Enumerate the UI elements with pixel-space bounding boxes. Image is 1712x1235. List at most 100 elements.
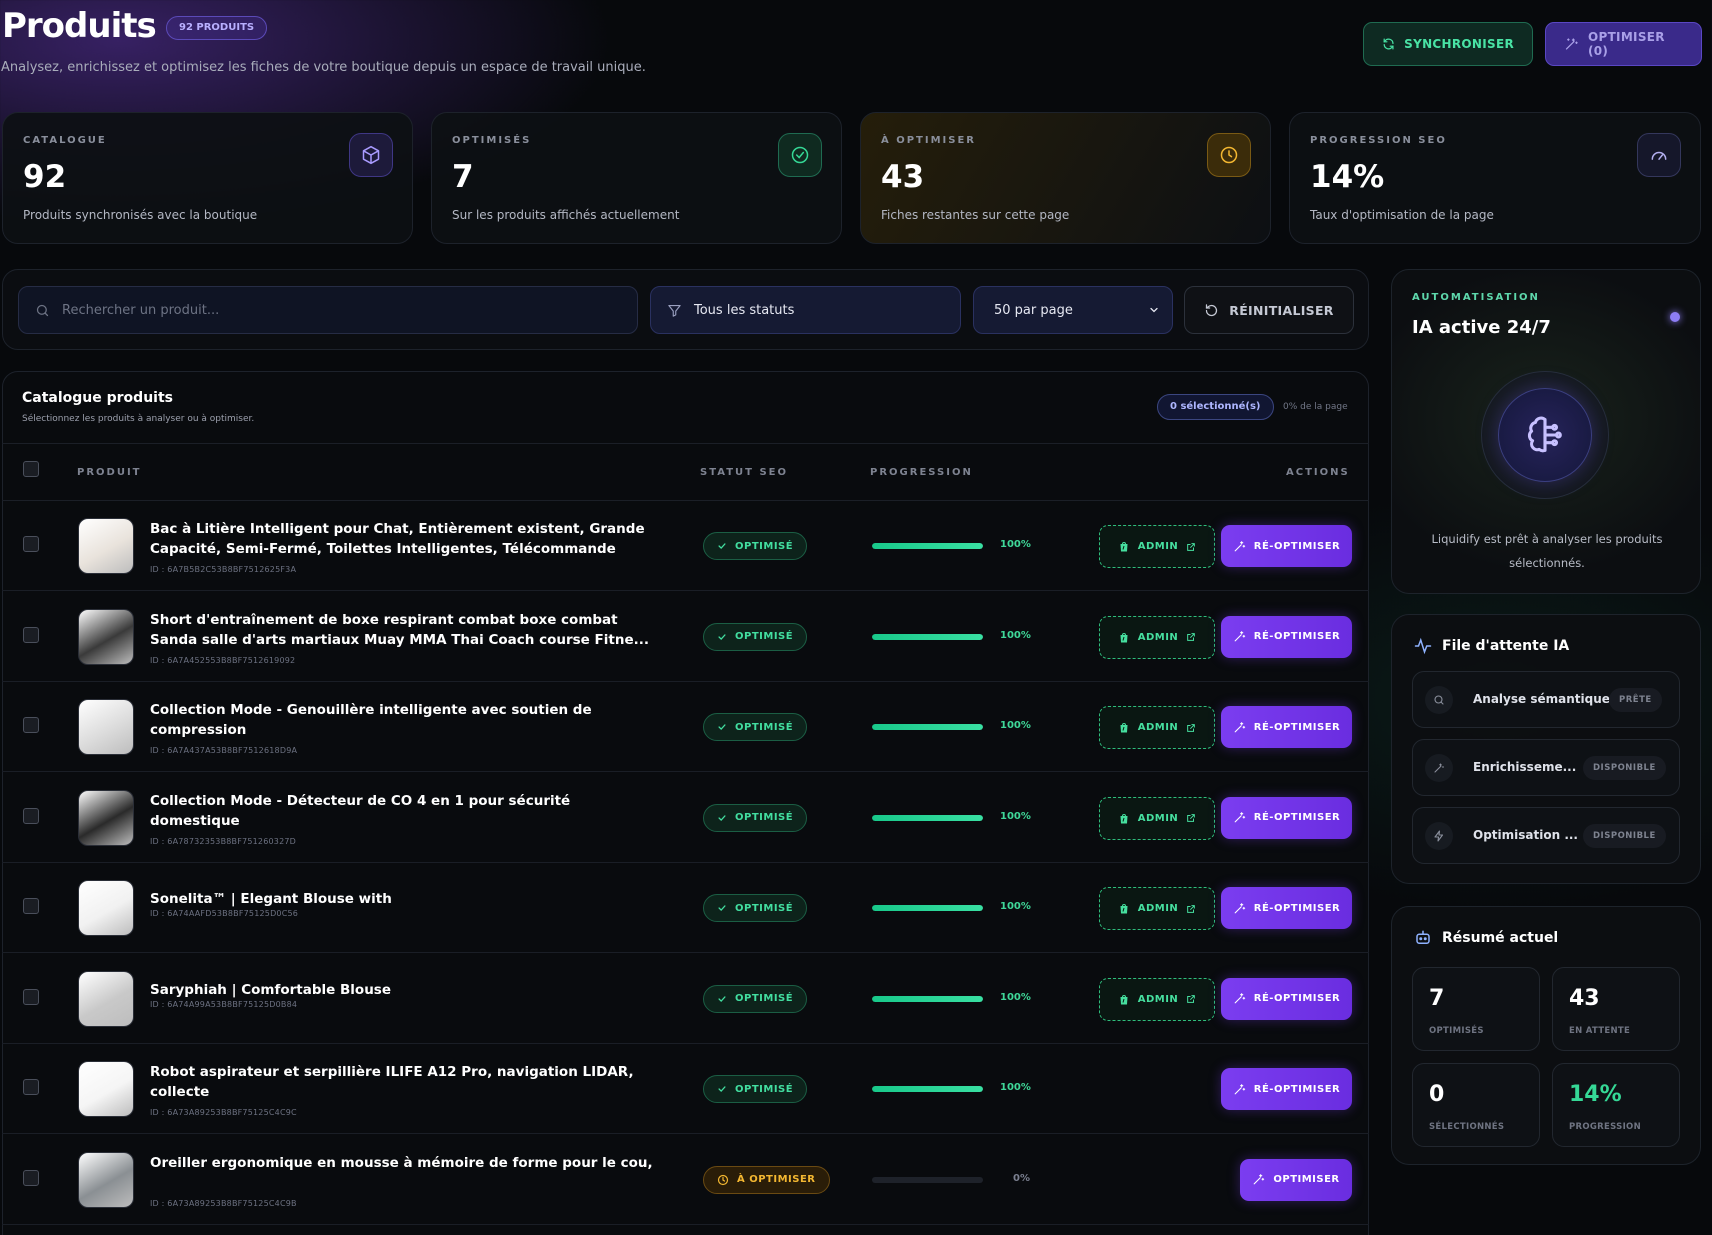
status-filter-select[interactable]: Tous les statuts — [650, 286, 961, 334]
sync-label: SYNCHRONISER — [1404, 37, 1514, 51]
product-id: ID : 6A7A452553B8BF7512619092 — [150, 655, 296, 665]
select-all-checkbox[interactable] — [23, 461, 39, 477]
queue-title: File d'attente IA — [1442, 638, 1570, 654]
admin-label: ADMIN — [1137, 631, 1179, 643]
product-name[interactable]: Oreiller ergonomique en mousse à mémoire… — [150, 1153, 660, 1173]
product-name[interactable]: Saryphiah | Comfortable Blouse — [150, 980, 660, 1000]
progress-fill — [872, 995, 983, 1002]
progress-value: 100% — [1000, 539, 1031, 550]
queue-item-label: Analyse sémantique — [1473, 692, 1610, 706]
column-header-progress: PROGRESSION — [870, 467, 973, 478]
product-name[interactable]: Bac à Litière Intelligent pour Chat, Ent… — [150, 519, 660, 559]
row-checkbox[interactable] — [23, 807, 39, 824]
row-checkbox[interactable] — [23, 1169, 39, 1186]
reoptimize-label: RÉ-OPTIMISER — [1253, 721, 1341, 733]
optimize-button[interactable]: OPTIMISER — [1240, 1158, 1352, 1201]
row-checkbox[interactable] — [23, 717, 39, 733]
reoptimize-label: RÉ-OPTIMISER — [1253, 902, 1341, 914]
reoptimize-label: RÉ-OPTIMISER — [1253, 631, 1341, 642]
page-title: Produits — [2, 6, 157, 46]
reoptimize-button[interactable]: RÉ-OPTIMISER — [1221, 1068, 1352, 1110]
product-id: ID : 6A74A99A53B8BF75125D0B84 — [150, 999, 298, 1009]
catalog-title: Catalogue produits — [22, 390, 173, 406]
admin-label: ADMIN — [1137, 812, 1179, 824]
product-name[interactable]: Collection Mode - Genouillère intelligen… — [150, 700, 660, 740]
check-circle-icon — [778, 133, 822, 177]
product-id: ID : 6A73A89253B8BF75125C4C9C — [150, 1108, 297, 1117]
row-checkbox[interactable] — [23, 536, 39, 552]
admin-link-button[interactable]: ADMIN — [1099, 525, 1215, 568]
stat-caption: Fiches restantes sur cette page — [881, 208, 1070, 222]
per-page-select[interactable]: 50 par page — [973, 286, 1173, 334]
optimize-label: OPTIMISER — [1273, 1174, 1340, 1185]
summary-tile-selected: 0 SÉLECTIONNÉS — [1412, 1063, 1540, 1147]
search-input[interactable]: Rechercher un produit... — [18, 286, 638, 334]
queue-item-label: Enrichisseme... — [1473, 760, 1577, 774]
automation-description: Liquidify est prêt à analyser les produi… — [1431, 532, 1663, 570]
product-name[interactable]: Robot aspirateur et serpillière ILIFE A1… — [150, 1062, 660, 1102]
seo-status-label: OPTIMISÉ — [735, 721, 794, 733]
admin-link-button[interactable]: ADMIN — [1099, 706, 1215, 749]
stat-label: À OPTIMISER — [881, 135, 976, 146]
page-subtitle: Analysez, enrichissez et optimisez les f… — [1, 60, 646, 75]
product-name[interactable]: Sonelita™ | Elegant Blouse with — [150, 889, 660, 909]
reoptimize-button[interactable]: RÉ-OPTIMISER — [1221, 887, 1352, 929]
reoptimize-button[interactable]: RÉ-OPTIMISER — [1221, 706, 1352, 748]
sparkle-wand-icon — [1233, 1083, 1246, 1096]
admin-link-button[interactable]: ADMIN — [1099, 796, 1215, 840]
sync-button[interactable]: SYNCHRONISER — [1363, 22, 1533, 66]
queue-item-enrichment[interactable]: Enrichisseme... DISPONIBLE — [1412, 739, 1680, 796]
product-thumbnail — [78, 1151, 134, 1208]
product-thumbnail — [78, 789, 134, 846]
page-selection-percent: 0% de la page — [1283, 402, 1348, 412]
row-checkbox[interactable] — [23, 988, 39, 1005]
external-link-icon — [1186, 813, 1196, 823]
robot-icon — [1416, 930, 1430, 944]
summary-title: Résumé actuel — [1442, 930, 1559, 946]
progress-fill — [872, 1086, 983, 1092]
product-name[interactable]: Short d'entraînement de boxe respirant c… — [150, 610, 660, 650]
queue-item-optimization[interactable]: Optimisation ... DISPONIBLE — [1412, 807, 1680, 864]
seo-status-badge: À OPTIMISER — [703, 1165, 830, 1194]
reoptimize-button[interactable]: RÉ-OPTIMISER — [1221, 796, 1352, 839]
reoptimize-button[interactable]: RÉ-OPTIMISER — [1221, 977, 1352, 1020]
progress-value: 100% — [1000, 991, 1031, 1003]
reoptimize-label: RÉ-OPTIMISER — [1253, 993, 1341, 1004]
queue-item-badge: DISPONIBLE — [1583, 824, 1666, 848]
admin-link-button[interactable]: ADMIN — [1099, 887, 1215, 930]
brain-icon — [1498, 388, 1592, 482]
row-checkbox[interactable] — [23, 898, 39, 914]
product-name[interactable]: Collection Mode - Détecteur de CO 4 en 1… — [150, 791, 660, 831]
gauge-icon — [1637, 133, 1681, 177]
summary-label: SÉLECTIONNÉS — [1429, 1122, 1505, 1132]
product-id: ID : 6A73A89253B8BF75125C4C9B — [150, 1198, 297, 1208]
seo-status-label: OPTIMISÉ — [735, 812, 794, 823]
check-icon — [717, 903, 727, 913]
reoptimize-label: RÉ-OPTIMISER — [1253, 1083, 1341, 1095]
search-icon — [1425, 686, 1453, 714]
summary-tile-optimized: 7 OPTIMISÉS — [1412, 967, 1540, 1051]
progress-bar — [872, 543, 983, 549]
product-thumbnail — [78, 970, 134, 1027]
optimize-selection-button[interactable]: OPTIMISER (0) — [1545, 22, 1702, 66]
stat-label: CATALOGUE — [23, 135, 107, 146]
row-checkbox[interactable] — [23, 1079, 39, 1095]
stat-caption: Produits synchronisés avec la boutique — [23, 208, 258, 222]
table-row: Collection Mode - Genouillère intelligen… — [2, 682, 1369, 772]
progress-fill — [872, 905, 983, 911]
external-link-icon — [1186, 632, 1196, 642]
admin-label: ADMIN — [1137, 722, 1179, 733]
reoptimize-button[interactable]: RÉ-OPTIMISER — [1221, 615, 1352, 658]
reset-filters-button[interactable]: RÉINITIALISER — [1184, 286, 1354, 334]
check-icon — [717, 994, 727, 1004]
admin-link-button[interactable]: ADMIN — [1099, 615, 1215, 659]
reoptimize-button[interactable]: RÉ-OPTIMISER — [1221, 525, 1352, 567]
external-link-icon — [1186, 904, 1196, 914]
divider — [2, 443, 1369, 444]
status-filter-value: Tous les statuts — [694, 302, 795, 318]
row-checkbox[interactable] — [23, 626, 39, 643]
progress-bar — [872, 814, 983, 821]
queue-item-semantic[interactable]: Analyse sémantique PRÊTE — [1412, 671, 1680, 728]
admin-link-button[interactable]: ADMIN — [1099, 977, 1215, 1021]
column-header-seo-status: STATUT SEO — [700, 467, 788, 478]
